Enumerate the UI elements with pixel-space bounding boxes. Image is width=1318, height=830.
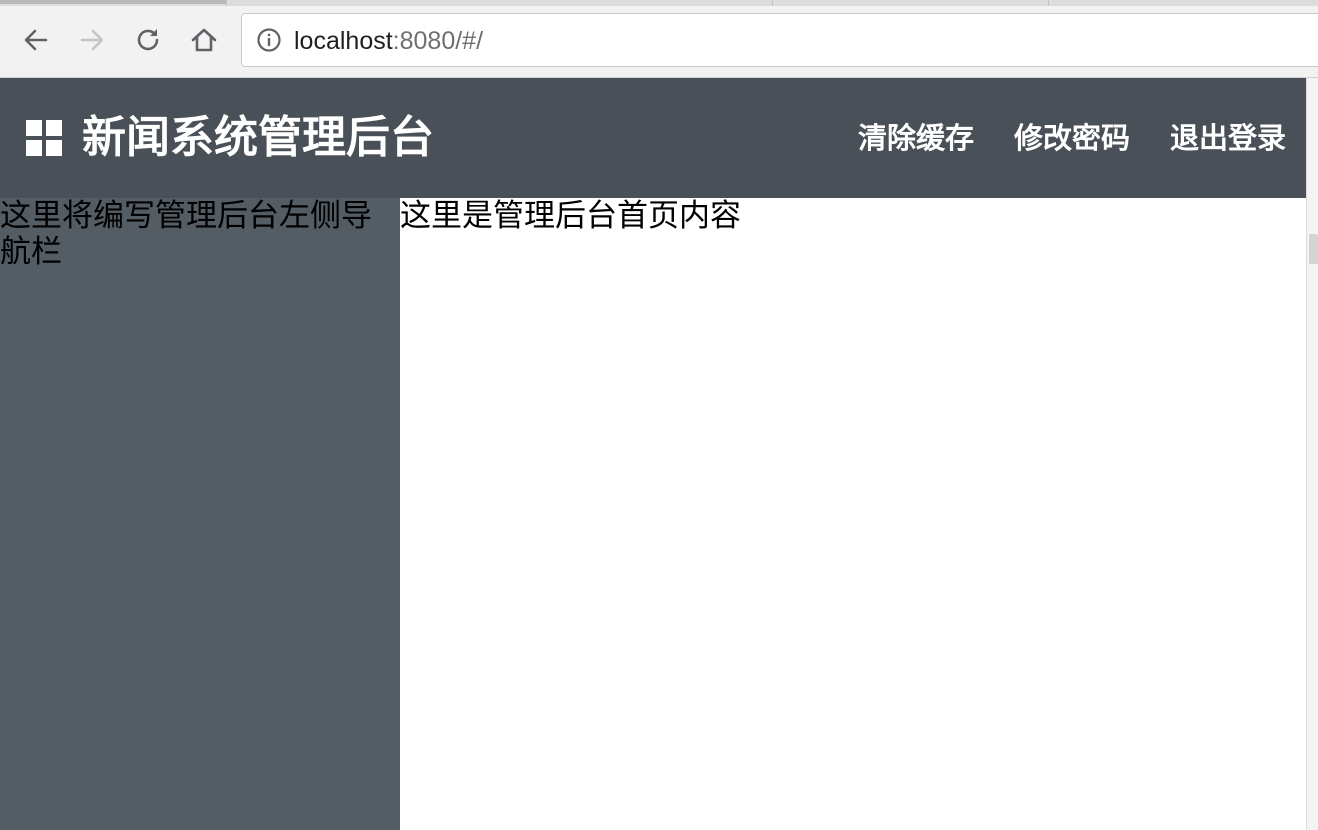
grid-icon — [26, 120, 62, 156]
arrow-left-icon — [24, 29, 48, 51]
main-content: 这里是管理后台首页内容 — [400, 198, 1306, 830]
site-title: 新闻系统管理后台 — [82, 112, 434, 163]
home-button[interactable] — [184, 20, 224, 60]
back-button[interactable] — [16, 20, 56, 60]
arrow-right-icon — [80, 29, 104, 51]
forward-button[interactable] — [72, 20, 112, 60]
app-header: 新闻系统管理后台 清除缓存 修改密码 退出登录 — [0, 78, 1306, 198]
logout-button[interactable]: 退出登录 — [1170, 120, 1286, 156]
page-scrollbar[interactable] — [1306, 78, 1318, 830]
clear-cache-button[interactable]: 清除缓存 — [858, 120, 974, 156]
sidebar-placeholder-text: 这里将编写管理后台左侧导航栏 — [0, 198, 372, 270]
active-tab-edge[interactable] — [0, 0, 226, 4]
url-text[interactable]: localhost:8080/#/ — [294, 27, 483, 55]
browser-toolbar: localhost:8080/#/ — [0, 6, 1318, 78]
main-placeholder-text: 这里是管理后台首页内容 — [400, 198, 741, 234]
home-icon — [191, 28, 217, 52]
reload-button[interactable] — [128, 20, 168, 60]
header-actions: 清除缓存 修改密码 退出登录 — [858, 120, 1286, 156]
scrollbar-thumb[interactable] — [1309, 234, 1318, 264]
change-password-button[interactable]: 修改密码 — [1014, 120, 1130, 156]
sidebar: 这里将编写管理后台左侧导航栏 — [0, 198, 400, 830]
url-port-path: :8080/#/ — [392, 27, 484, 55]
reload-icon — [137, 29, 159, 51]
info-icon[interactable] — [256, 27, 282, 53]
address-bar[interactable]: localhost:8080/#/ — [241, 13, 1318, 67]
url-host: localhost — [294, 27, 393, 55]
